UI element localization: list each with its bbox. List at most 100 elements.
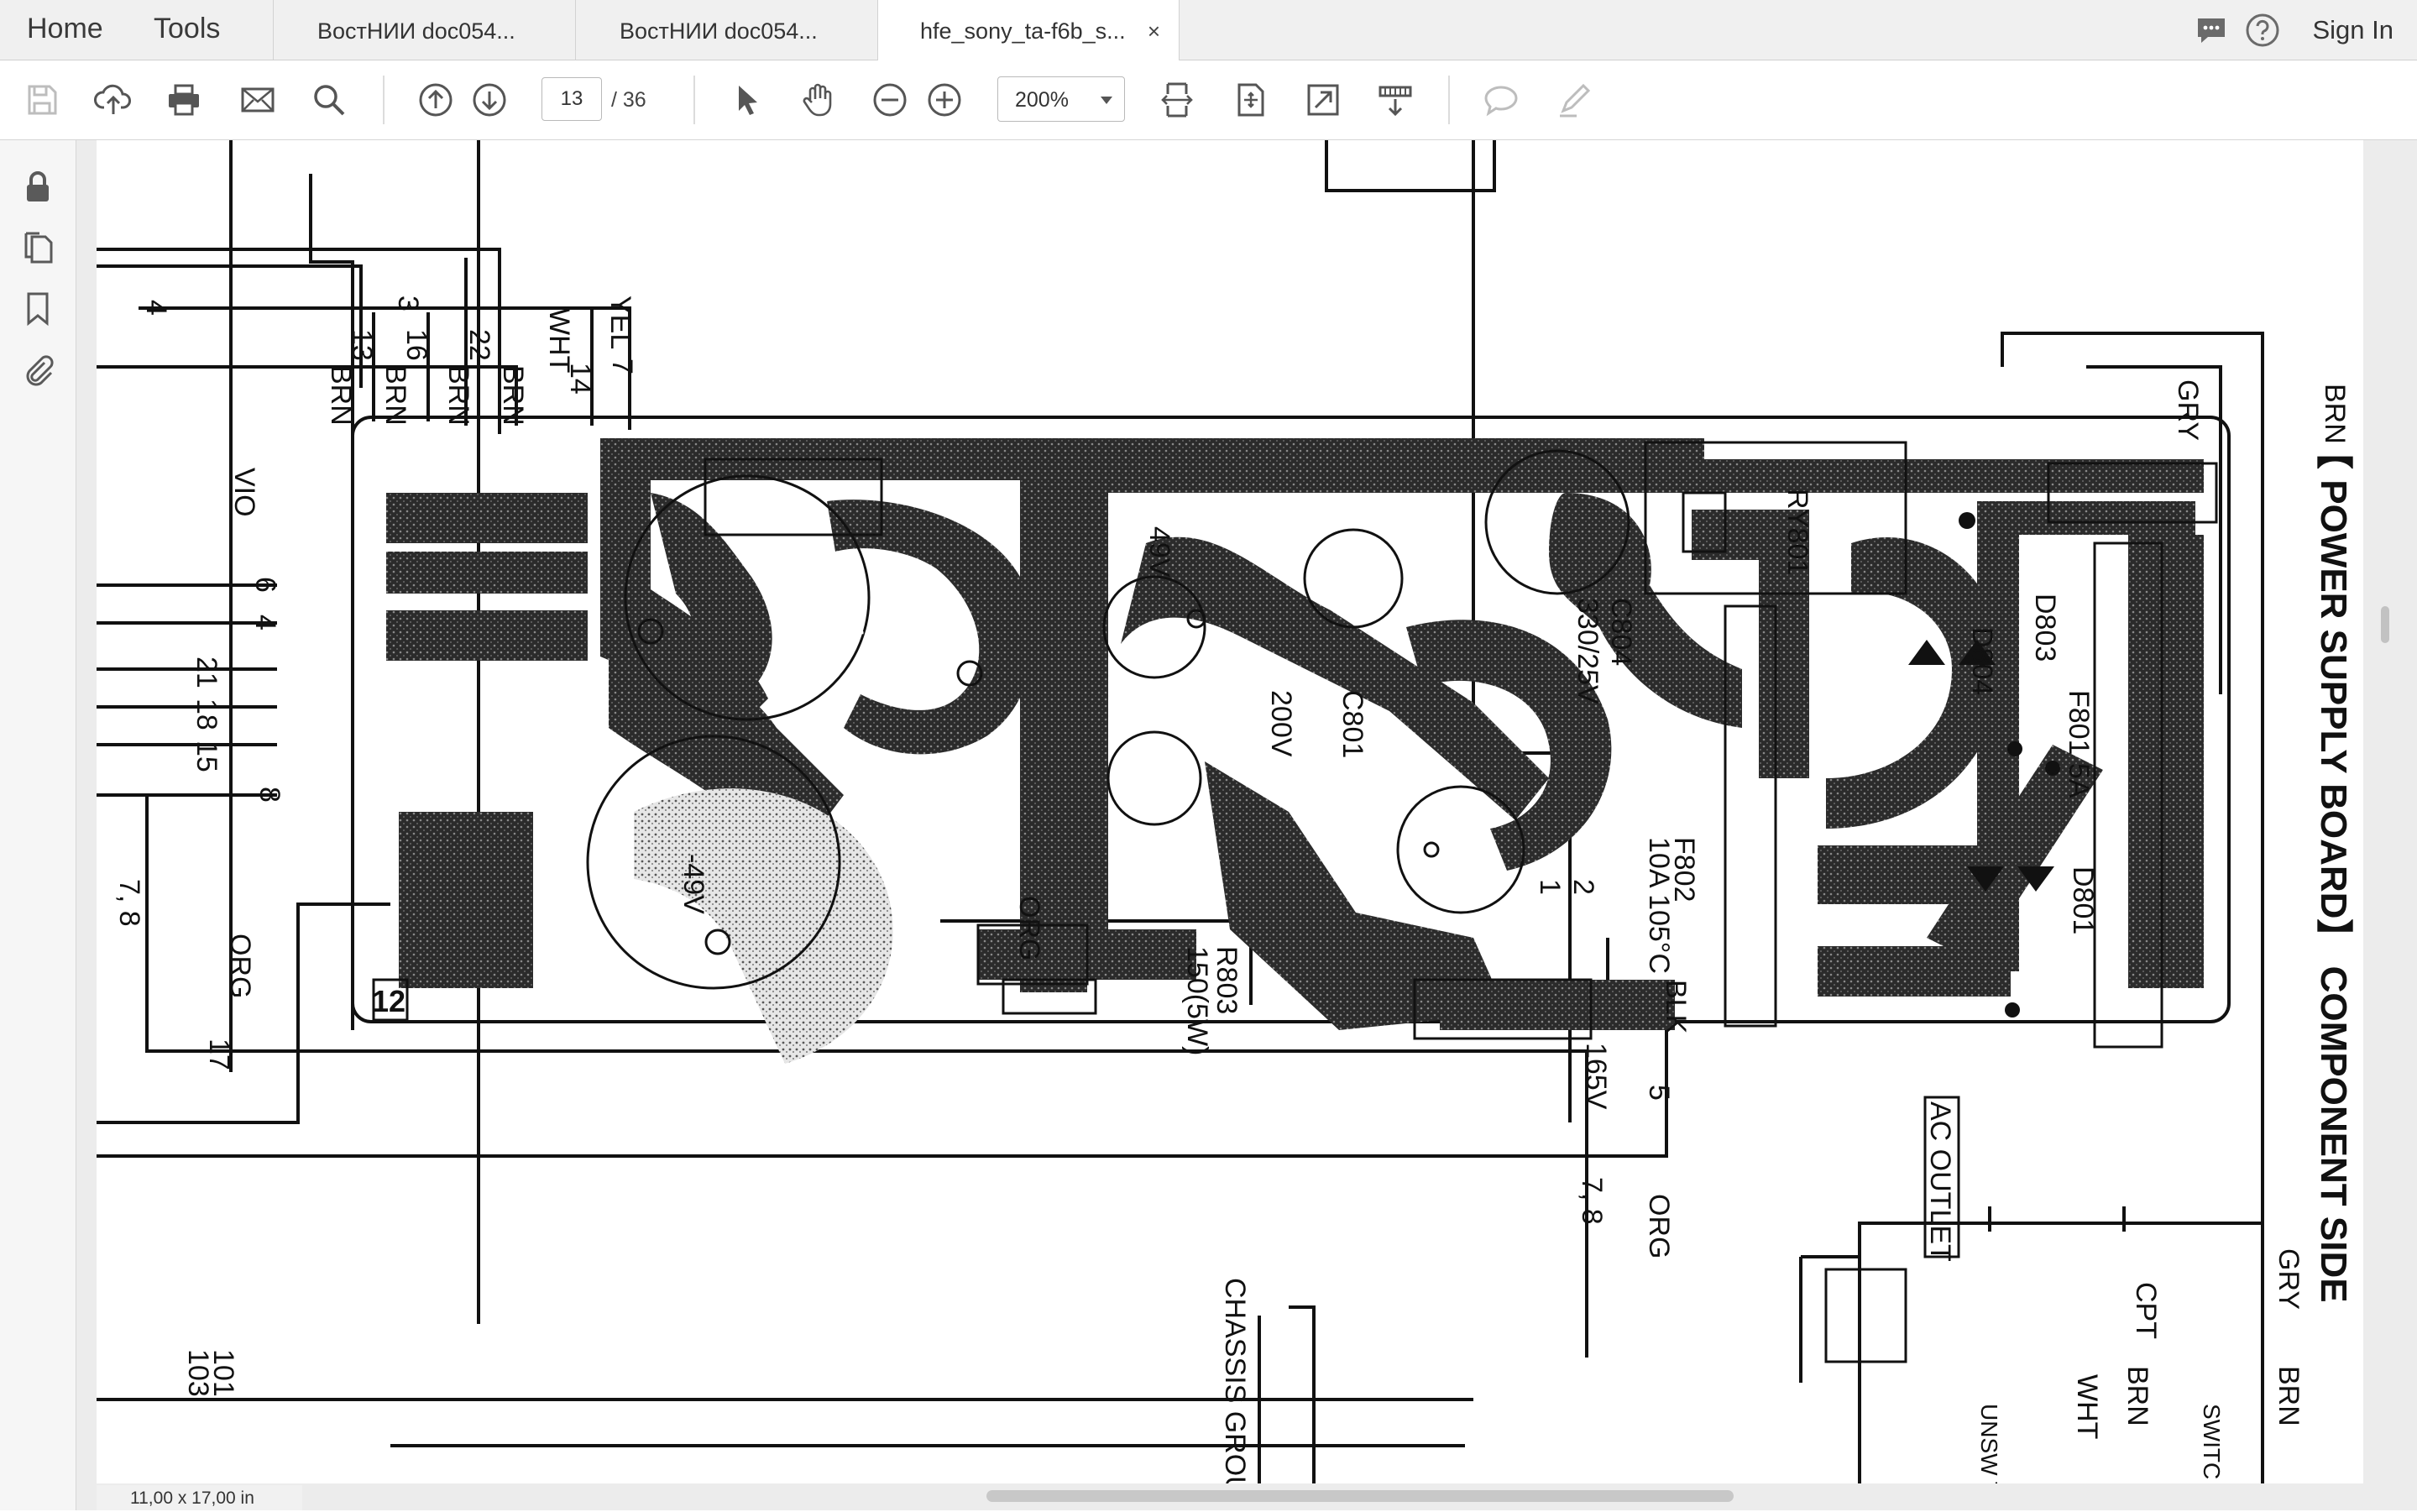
connector-label: 7, 8: [113, 879, 145, 927]
toolbar: / 36 200%: [0, 60, 2417, 140]
nav-home[interactable]: Home: [27, 0, 103, 60]
connector-label: 1: [1534, 879, 1566, 895]
connector-label: 13: [346, 329, 378, 361]
component-label: D801: [2067, 866, 2099, 934]
close-icon[interactable]: ×: [1148, 0, 1160, 62]
tab-label: ВостНИИ doc054...: [620, 18, 818, 44]
connector-label: 2: [1567, 879, 1599, 895]
hand-icon[interactable]: [793, 60, 843, 139]
component-label: R803: [1211, 946, 1243, 1014]
connector-label: 8: [254, 787, 285, 803]
tab-document-1[interactable]: ВостНИИ doc054...: [273, 0, 575, 60]
fit-page-icon[interactable]: [1226, 60, 1276, 139]
toolbar-divider: [693, 76, 695, 124]
arrow-down-icon[interactable]: [464, 60, 515, 139]
tab-document-3[interactable]: hfe_sony_ta-f6b_s... ×: [877, 0, 1180, 60]
wire-label: VIO: [228, 468, 260, 517]
wire-label: GRY: [2172, 379, 2204, 441]
help-icon[interactable]: [2245, 13, 2280, 48]
zoom-select[interactable]: 200%: [997, 76, 1125, 122]
zoom-value: 200%: [1015, 88, 1069, 112]
wire-label: WHT: [2071, 1374, 2103, 1439]
page-number-input[interactable]: [541, 77, 602, 121]
connector-label: 16: [400, 329, 432, 361]
fit-width-icon[interactable]: [1152, 60, 1202, 139]
connector-label: 22: [463, 329, 495, 361]
scroll-mode-icon[interactable]: [1370, 60, 1420, 139]
connector-label: 18: [191, 698, 222, 730]
paperclip-icon[interactable]: [15, 347, 60, 392]
connector-label: 17: [203, 1039, 235, 1070]
component-label: D804: [1966, 627, 1998, 695]
component-label: C804: [1605, 598, 1637, 666]
component-label: CHASSIS GROUND: [1219, 1278, 1251, 1483]
component-label: UNSW TOTAL: [1976, 1404, 2002, 1483]
horizontal-scrollbar-thumb[interactable]: [986, 1490, 1734, 1502]
schematic-drawing: 【 POWER SUPPLY BOARD】 COMPONENT SIDE 13 …: [97, 140, 2354, 1483]
title-bar: Home Tools ВостНИИ doc054... ВостНИИ doc…: [0, 0, 2417, 60]
arrow-up-icon[interactable]: [411, 60, 461, 139]
component-label: 330/25V: [1572, 598, 1603, 704]
cursor-icon[interactable]: [722, 60, 772, 139]
wire-label: ORG: [224, 934, 256, 998]
comment-icon[interactable]: [1476, 60, 1526, 139]
voltage-label: 49V: [1143, 526, 1175, 578]
wire-label: BRN: [442, 365, 474, 426]
component-label: RY801: [1781, 489, 1813, 575]
connector-label: 5: [1643, 1085, 1675, 1101]
connector-label: 4: [140, 300, 172, 316]
component-label: F801 5A: [2063, 690, 2095, 798]
component-label: SWITC 100W: [2199, 1404, 2225, 1483]
wire-label: BRN: [325, 365, 357, 426]
page-total: / 36: [611, 88, 646, 112]
vertical-scrollbar-thumb[interactable]: [2381, 606, 2389, 643]
lock-icon[interactable]: [15, 164, 60, 209]
fullscreen-icon[interactable]: [1298, 60, 1348, 139]
document-viewport[interactable]: 【 POWER SUPPLY BOARD】 COMPONENT SIDE 13 …: [76, 140, 2417, 1510]
component-label: 200V: [1265, 690, 1297, 757]
upload-icon[interactable]: [88, 60, 139, 139]
schematic-title: 【 POWER SUPPLY BOARD】 COMPONENT SIDE: [2313, 432, 2354, 1303]
voltage-label: 165V: [1580, 1043, 1612, 1110]
zoom-in-icon[interactable]: [919, 60, 970, 139]
nav-tools[interactable]: Tools: [154, 0, 220, 60]
sign-in-button[interactable]: Sign In: [2312, 0, 2393, 60]
search-icon[interactable]: [304, 60, 354, 139]
wire-label: BRN: [379, 365, 411, 426]
email-icon[interactable]: [233, 60, 283, 139]
zoom-out-icon[interactable]: [865, 60, 915, 139]
connector-label: 4: [249, 615, 281, 630]
component-label: L301: [837, 577, 869, 641]
save-icon[interactable]: [17, 60, 67, 139]
chat-icon[interactable]: [2195, 14, 2228, 48]
tab-label: hfe_sony_ta-f6b_s...: [920, 18, 1126, 44]
bookmark-icon[interactable]: [15, 285, 60, 331]
connector-label: 7, 8: [1576, 1177, 1608, 1225]
wire-label: YEL: [604, 296, 636, 349]
left-panel: [0, 140, 76, 1510]
component-label: 150(5W): [1181, 946, 1213, 1055]
pages-icon[interactable]: [15, 224, 60, 269]
wire-label: BRN: [2319, 384, 2351, 444]
connector-label: 7: [606, 358, 638, 374]
pen-icon[interactable]: [1549, 60, 1599, 139]
connector-label: 14: [564, 363, 596, 395]
chevron-down-icon: [1101, 97, 1112, 104]
wire-label: BRN: [2273, 1366, 2305, 1426]
print-icon[interactable]: [159, 60, 209, 139]
component-label: C801: [1337, 690, 1368, 758]
page-size-indicator: 11,00 x 17,00 in: [97, 1485, 302, 1510]
wire-label: GRY: [2273, 1248, 2305, 1310]
tab-document-2[interactable]: ВостНИИ doc054...: [575, 0, 877, 60]
toolbar-divider: [1448, 76, 1450, 124]
wire-label: BLK: [1660, 980, 1692, 1034]
pdf-page: 【 POWER SUPPLY BOARD】 COMPONENT SIDE 13 …: [97, 140, 2363, 1483]
component-label: AC OUTLET: [1924, 1101, 1956, 1262]
wire-label: ORG: [1013, 896, 1045, 960]
toolbar-divider: [383, 76, 385, 124]
component-label: D803: [2029, 594, 2061, 662]
wire-label: BRN: [2121, 1366, 2153, 1426]
board-number: 12: [372, 984, 405, 1018]
connector-label: 103: [182, 1349, 214, 1397]
component-label: CPT: [2130, 1282, 2162, 1339]
